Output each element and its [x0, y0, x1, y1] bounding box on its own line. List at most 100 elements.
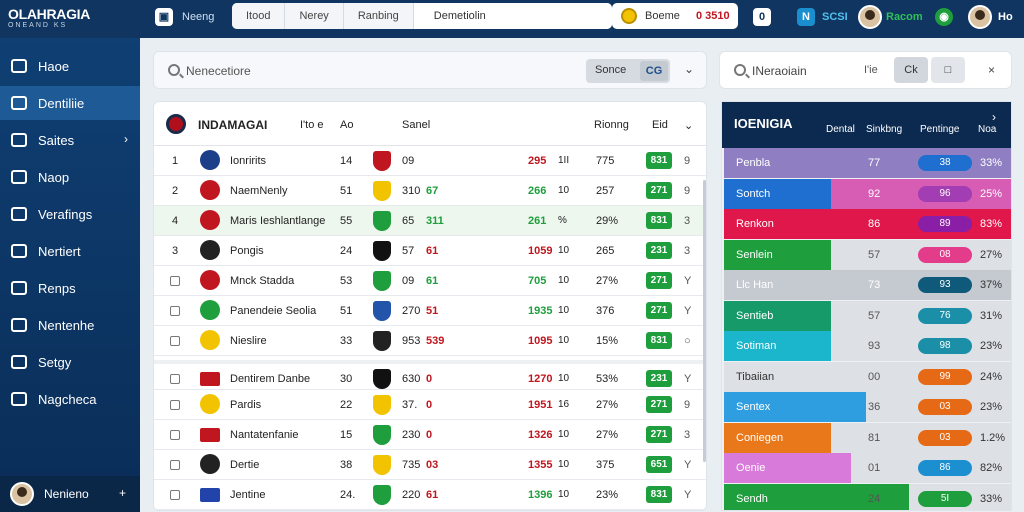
table-row[interactable]: Nantatenfanie 15 230 0 1326 10 27% 271 3 [154, 420, 706, 450]
table-row[interactable]: Dentirem Danbe 30 630 0 1270 10 53% 231 Y [154, 360, 706, 390]
sidebar-item-3[interactable]: Naop [0, 160, 140, 194]
top-title[interactable]: Neeng [182, 11, 214, 23]
table-row[interactable]: Mnck Stadda 53 09 61 705 10 27% 271 Y [154, 266, 706, 296]
rating-row[interactable]: Tibaiian 00 99 24% [724, 361, 1011, 392]
ok-button[interactable]: Ck [894, 57, 928, 83]
rating-row[interactable]: Sontch 92 96 25% [724, 178, 1011, 209]
table-row[interactable]: 3 Pongis 24 57 61 1059 10 265 231 3 [154, 236, 706, 266]
team-name[interactable]: Mnck Stadda [230, 275, 294, 287]
team-name[interactable]: Dentirem Danbe [230, 373, 310, 385]
rating-row[interactable]: Sotiman 93 98 23% [724, 331, 1011, 361]
segment-control[interactable]: Sonce CG [586, 59, 670, 83]
team-name[interactable]: Pongis [230, 245, 264, 257]
header-col-4[interactable]: Rionng [594, 119, 629, 131]
close-icon[interactable]: × [988, 63, 995, 77]
panel-header-1[interactable]: Dental [826, 124, 855, 135]
search-input[interactable]: INeraoiain [752, 64, 807, 78]
row-checkbox[interactable] [170, 460, 180, 470]
table-row[interactable]: Dertie 38 735 03 1355 10 375 651 Y [154, 450, 706, 480]
tab-2[interactable]: Ranbing [343, 3, 414, 29]
tab-1[interactable]: Nerey [285, 3, 344, 29]
header-col-5[interactable]: Eid [652, 119, 668, 131]
n-icon[interactable]: N [797, 8, 815, 26]
rating-row[interactable]: Senlein 57 08 27% [724, 239, 1011, 270]
table-row[interactable]: Jentine 24. 220 61 1396 10 23% 831 Y [154, 480, 706, 510]
chevron-down-icon[interactable]: ⌄ [684, 119, 693, 132]
row-checkbox[interactable] [170, 336, 180, 346]
rating-row[interactable]: Renkon 86 89 83% [724, 209, 1011, 239]
row-checkbox[interactable] [170, 490, 180, 500]
row-action[interactable]: 3 [684, 215, 690, 227]
tab-0[interactable]: Itood [232, 3, 286, 29]
row-checkbox[interactable] [170, 374, 180, 384]
table-row[interactable]: Pardis 22 37. 0 1951 16 27% 271 9 [154, 390, 706, 420]
app-logo[interactable]: OLAHRAGIA ONEAND KS [8, 6, 90, 30]
sidebar-user[interactable]: Nenieno + [0, 476, 140, 512]
header-col-1[interactable]: I'to e [300, 119, 324, 131]
row-action[interactable]: Y [684, 489, 691, 501]
segment-a[interactable]: Sonce [595, 64, 626, 76]
row-checkbox[interactable] [170, 430, 180, 440]
search-input[interactable]: Nenecetiore [186, 64, 251, 78]
sidebar-item-9[interactable]: Nagcheca [0, 382, 140, 416]
sidebar-item-0[interactable]: Haoe [0, 49, 140, 83]
status-icon[interactable]: ◉ [935, 8, 953, 26]
sidebar-item-2[interactable]: Saites › [0, 123, 140, 157]
sidebar-item-5[interactable]: Nertiert [0, 234, 140, 268]
top-label-b[interactable]: Racom [886, 11, 923, 23]
table-row[interactable]: Panendeie Seolia 51 270 51 1935 10 376 271 Y [154, 296, 706, 326]
rating-row[interactable]: Oenie 01 86 82% [724, 453, 1011, 483]
row-action[interactable]: Y [684, 275, 691, 287]
panel-header-3[interactable]: Pentinge [920, 124, 959, 135]
table-row[interactable]: 1 Ionririts 14 09 295 1II 775 831 9 [154, 146, 706, 176]
team-name[interactable]: Maris Ieshlantlange [230, 215, 325, 227]
chevron-down-icon[interactable]: ⌄ [684, 62, 694, 76]
team-name[interactable]: Dertie [230, 459, 259, 471]
sidebar-item-8[interactable]: Setgy [0, 345, 140, 379]
user-avatar[interactable] [968, 5, 992, 29]
team-name[interactable]: Panendeie Seolia [230, 305, 316, 317]
sidebar-item-4[interactable]: Verafings [0, 197, 140, 231]
row-action[interactable]: 3 [684, 245, 690, 257]
avatar[interactable] [858, 5, 882, 29]
rating-row[interactable]: Sentieb 57 76 31% [724, 300, 1011, 331]
sidebar-item-6[interactable]: Renps [0, 271, 140, 305]
sidebar-item-7[interactable]: Nentenhe [0, 308, 140, 342]
row-checkbox[interactable] [170, 306, 180, 316]
rating-row[interactable]: Sendh 24 5I 33% [724, 483, 1011, 510]
header-col-2[interactable]: Ao [340, 119, 353, 131]
segment-b[interactable]: CG [640, 61, 668, 81]
header-col-3[interactable]: Sanel [402, 119, 430, 131]
row-action[interactable]: ○ [684, 335, 691, 347]
table-row[interactable]: Nieslire 33 953 539 1095 10 15% 831 ○ [154, 326, 706, 356]
square-button[interactable]: □ [931, 57, 965, 83]
table-row[interactable]: 2 NaemNenly 51 310 67 266 10 257 271 9 [154, 176, 706, 206]
sidebar-item-1[interactable]: Dentiliie [0, 86, 140, 120]
panel-header-4[interactable]: Noa [978, 124, 996, 135]
row-action[interactable]: Y [684, 305, 691, 317]
expand-icon[interactable]: + [119, 486, 126, 500]
scrollbar[interactable] [703, 180, 706, 462]
row-action[interactable]: 9 [684, 155, 690, 167]
row-action[interactable]: 9 [684, 399, 690, 411]
tab-3[interactable]: Demetiolin [413, 3, 612, 29]
row-checkbox[interactable] [170, 400, 180, 410]
rating-row[interactable]: Coniegen 81 03 1.2% [724, 422, 1011, 453]
row-action[interactable]: Y [684, 373, 691, 385]
table-row[interactable]: 4 Maris Ieshlantlange 55 65 311 261% 29% 831 3 [154, 206, 706, 236]
row-checkbox[interactable] [170, 276, 180, 286]
chevron-right-icon[interactable]: › [124, 132, 128, 146]
rating-row[interactable]: Llc Han 73 93 37% [724, 270, 1011, 300]
row-action[interactable]: 3 [684, 429, 690, 441]
team-name[interactable]: Jentine [230, 489, 265, 501]
panel-header-2[interactable]: Sinkbng [866, 124, 902, 135]
team-name[interactable]: Ionririts [230, 155, 266, 167]
row-action[interactable]: Y [684, 459, 691, 471]
coin-balance[interactable]: Boeme 0 3510 [612, 3, 738, 29]
team-name[interactable]: Pardis [230, 399, 261, 411]
team-name[interactable]: Nantatenfanie [230, 429, 299, 441]
badge-button[interactable]: 0 [753, 8, 771, 26]
clipboard-icon[interactable]: ▣ [155, 8, 173, 26]
team-name[interactable]: NaemNenly [230, 185, 287, 197]
top-label-c[interactable]: Ho [998, 11, 1013, 23]
